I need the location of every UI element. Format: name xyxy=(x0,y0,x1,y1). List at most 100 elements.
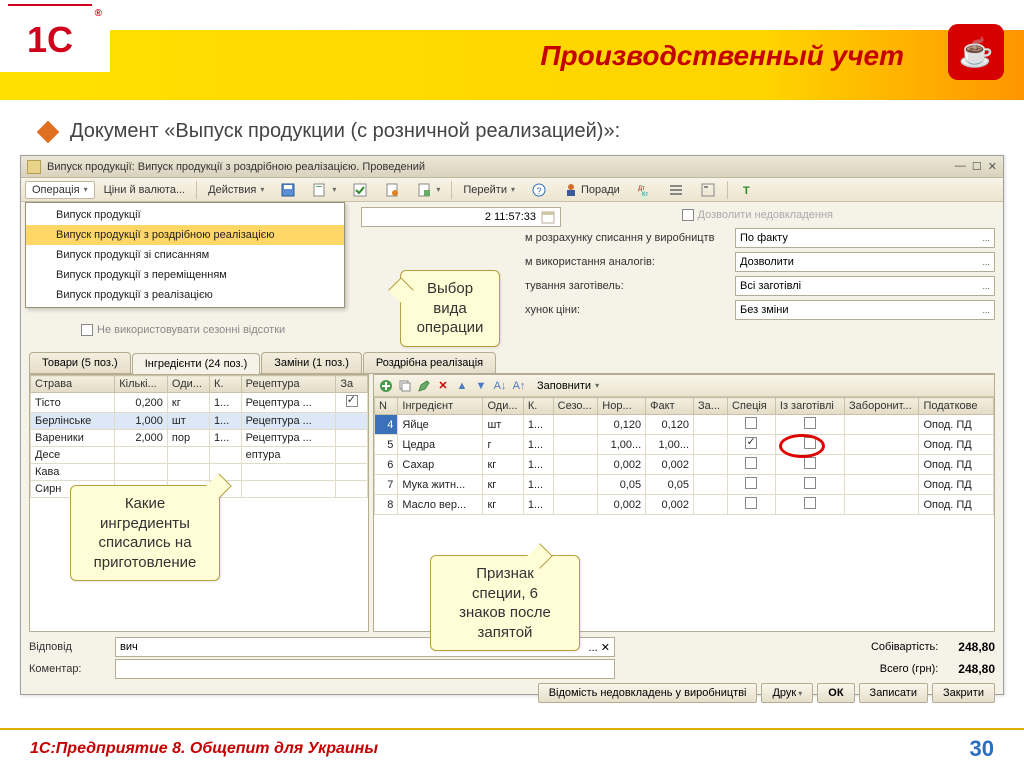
dishes-table[interactable]: СтраваКількі...Оди...К.РецептураЗа Тісто… xyxy=(30,375,368,498)
cost-label: Собівартість: xyxy=(871,641,938,653)
col-header[interactable]: Факт xyxy=(646,398,694,415)
goto-menu-button[interactable]: Перейти xyxy=(456,181,522,199)
tab-goods[interactable]: Товари (5 поз.) xyxy=(29,352,131,373)
minimize-button[interactable]: — xyxy=(955,160,966,173)
sort-asc-icon[interactable]: A↓ xyxy=(492,378,508,394)
help-button[interactable]: ? xyxy=(524,179,554,201)
table-row[interactable]: 7Мука житн...кг1...0,050,05Опод. ПД xyxy=(375,475,994,495)
col-header[interactable]: N xyxy=(375,398,398,415)
actions-menu-button[interactable]: Действия xyxy=(201,181,271,199)
prices-button[interactable]: Ціни й валюта... xyxy=(97,181,193,199)
table-row[interactable]: Вареники2,000пор1...Рецептура ... xyxy=(31,430,368,447)
col-header[interactable]: Рецептура xyxy=(241,376,336,393)
calendar-icon[interactable] xyxy=(540,209,556,225)
spice-checkbox[interactable] xyxy=(745,477,757,489)
close-button[interactable]: ✕ xyxy=(988,160,997,173)
col-header[interactable]: За... xyxy=(694,398,728,415)
spice-checkbox[interactable] xyxy=(745,437,757,449)
fill-menu-button[interactable]: Заповнити xyxy=(530,377,606,395)
toolbar-icon-base[interactable] xyxy=(377,179,407,201)
col-header[interactable]: Інгредієнт xyxy=(398,398,483,415)
toolbar-icon-save[interactable] xyxy=(273,179,303,201)
close-window-button[interactable]: Закрити xyxy=(932,683,995,703)
col-header[interactable]: Сезо... xyxy=(553,398,598,415)
col-header[interactable]: Оди... xyxy=(167,376,209,393)
table-row[interactable]: Тісто0,200кг1...Рецептура ... xyxy=(31,393,368,413)
seasonal-checkbox[interactable]: Не використовувати сезонні відсотки xyxy=(81,324,285,336)
toolbar-icon-struct[interactable] xyxy=(661,179,691,201)
spice-checkbox[interactable] xyxy=(745,417,757,429)
operation-menu-button[interactable]: Операція xyxy=(25,181,95,199)
ok-button[interactable]: ОК xyxy=(817,683,854,703)
table-row[interactable]: 5Цедраг1...1,00...1,00...Опод. ПД xyxy=(375,435,994,455)
sort-desc-icon[interactable]: A↑ xyxy=(511,378,527,394)
maximize-button[interactable]: ☐ xyxy=(972,160,982,173)
report-button[interactable]: Відомість недовкладень у виробництві xyxy=(538,683,758,703)
dropdown-item-3[interactable]: Випуск продукції з переміщенням xyxy=(26,265,344,285)
dropdown-item-2[interactable]: Випуск продукції зі списанням xyxy=(26,245,344,265)
toolbar-icon-t[interactable]: Т xyxy=(732,179,762,201)
col-header[interactable]: Страва xyxy=(31,376,115,393)
comment-label: Коментар: xyxy=(29,663,109,675)
toolbar-icon-add[interactable] xyxy=(305,179,343,201)
advice-button[interactable]: Поради xyxy=(556,179,627,201)
write-button[interactable]: Записати xyxy=(859,683,928,703)
col-header[interactable]: Спеція xyxy=(728,398,776,415)
toolbar-icon-base2[interactable] xyxy=(409,179,447,201)
toolbar-icon-dt[interactable]: ДтКт xyxy=(629,179,659,201)
checkbox-icon xyxy=(682,209,694,221)
form-icon xyxy=(312,182,328,198)
col-header[interactable]: За xyxy=(336,376,368,393)
prep-checkbox[interactable] xyxy=(804,437,816,449)
dropdown-item-0[interactable]: Випуск продукції xyxy=(26,205,344,225)
slide-title: Производственный учет xyxy=(540,40,904,72)
table-row[interactable]: 8Масло вер...кг1...0,0020,002Опод. ПД xyxy=(375,495,994,515)
edit-row-icon[interactable] xyxy=(416,378,432,394)
table-row[interactable]: Кава xyxy=(31,464,368,481)
table-row[interactable]: Десеептура xyxy=(31,447,368,464)
table-row[interactable]: 4Яйцешт1...0,1200,120Опод. ПД xyxy=(375,415,994,435)
dropdown-item-4[interactable]: Випуск продукції з реалізацією xyxy=(26,285,344,305)
toolbar-icon-post[interactable] xyxy=(345,179,375,201)
copy-row-icon[interactable] xyxy=(397,378,413,394)
col-header[interactable]: Із заготівлі xyxy=(775,398,844,415)
tab-retail[interactable]: Роздрібна реалізація xyxy=(363,352,496,373)
titlebar: Випуск продукції: Випуск продукції з роз… xyxy=(21,156,1003,178)
combo-prep[interactable]: Всі заготівлі... xyxy=(735,276,995,296)
comment-input[interactable] xyxy=(115,659,615,679)
col-header[interactable]: Оди... xyxy=(483,398,523,415)
prep-checkbox[interactable] xyxy=(804,457,816,469)
col-header[interactable]: К. xyxy=(523,398,553,415)
col-header[interactable]: К. xyxy=(210,376,242,393)
dropdown-item-1[interactable]: Випуск продукції з роздрібною реалізаціє… xyxy=(26,225,344,245)
combo-calc-mode[interactable]: По факту... xyxy=(735,228,995,248)
prep-checkbox[interactable] xyxy=(804,477,816,489)
prep-checkbox[interactable] xyxy=(804,417,816,429)
tab-ingredients[interactable]: Інгредієнти (24 поз.) xyxy=(132,353,261,374)
add-row-icon[interactable] xyxy=(378,378,394,394)
toolbar-icon-struct2[interactable] xyxy=(693,179,723,201)
label-prep: тування заготівель: xyxy=(525,280,729,292)
t-icon: Т xyxy=(739,182,755,198)
spice-checkbox[interactable] xyxy=(745,457,757,469)
move-down-icon[interactable]: ▼ xyxy=(473,378,489,394)
col-header[interactable]: Податкове xyxy=(919,398,994,415)
allow-under-checkbox[interactable]: Дозволити недовкладення xyxy=(682,209,833,221)
print-button[interactable]: Друк xyxy=(761,683,813,703)
date-field[interactable]: 2 11:57:33 xyxy=(361,207,561,227)
table-row[interactable]: Берлінське1,000шт1...Рецептура ... xyxy=(31,413,368,430)
col-header[interactable]: Кількі... xyxy=(115,376,168,393)
tab-subs[interactable]: Заміни (1 поз.) xyxy=(261,352,362,373)
delete-row-icon[interactable]: ✕ xyxy=(435,378,451,394)
total-value: 248,80 xyxy=(958,662,995,676)
ingredients-table[interactable]: NІнгредієнтОди...К.Сезо...Нор...ФактЗа..… xyxy=(374,397,994,515)
spice-checkbox[interactable] xyxy=(745,497,757,509)
combo-analog-mode[interactable]: Дозволити... xyxy=(735,252,995,272)
prep-checkbox[interactable] xyxy=(804,497,816,509)
col-header[interactable]: Заборонит... xyxy=(845,398,919,415)
col-header[interactable]: Нор... xyxy=(598,398,646,415)
responsible-label: Відповід xyxy=(29,641,109,653)
table-row[interactable]: 6Сахаркг1...0,0020,002Опод. ПД xyxy=(375,455,994,475)
move-up-icon[interactable]: ▲ xyxy=(454,378,470,394)
combo-price-calc[interactable]: Без зміни... xyxy=(735,300,995,320)
